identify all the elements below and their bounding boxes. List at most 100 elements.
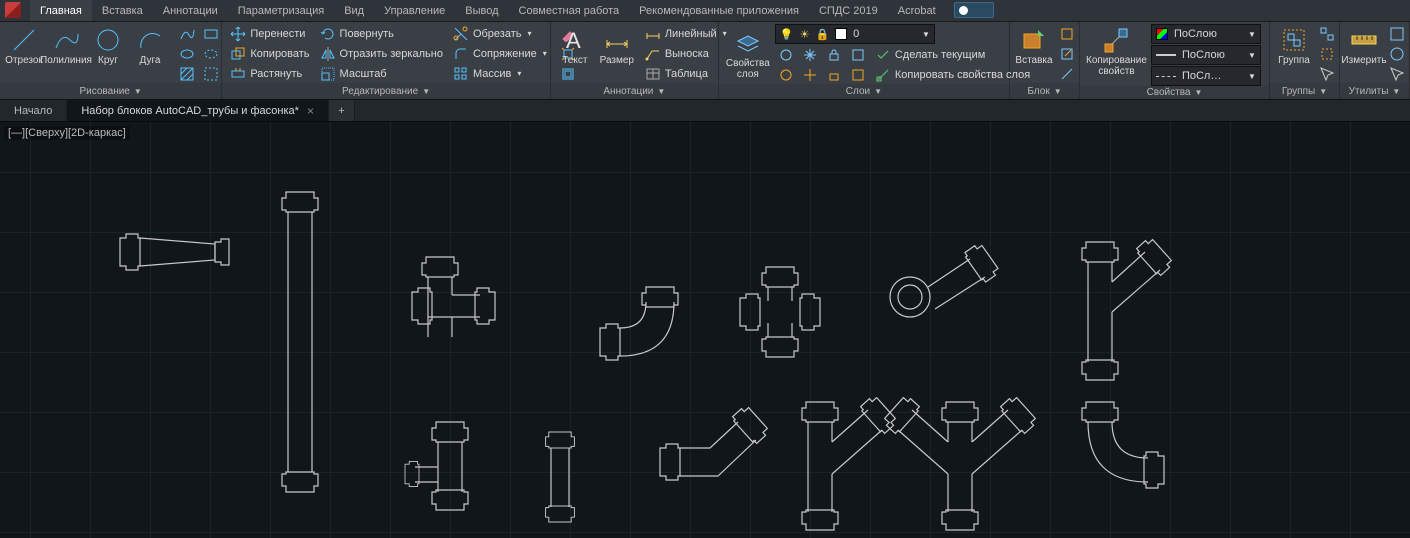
util-btn2[interactable] — [1386, 44, 1408, 63]
leader-button[interactable]: Выноска — [641, 44, 731, 63]
edit-block-button[interactable] — [1056, 44, 1078, 63]
lineweight-combo[interactable]: ПоСлою▼ — [1151, 45, 1261, 65]
polygon-button[interactable] — [200, 44, 222, 63]
layer-props-icon — [734, 29, 762, 57]
tab-spds[interactable]: СПДС 2019 — [809, 0, 888, 21]
ribbon: Отрезок Полилиния Круг Дуга — [0, 22, 1410, 100]
insert-icon — [1020, 26, 1048, 54]
group-annotation-title[interactable]: Аннотации▼ — [551, 83, 718, 99]
linetype-icon — [1156, 76, 1176, 77]
lightbulb-icon: 💡 — [780, 28, 794, 41]
scale-button[interactable]: Масштаб — [316, 64, 447, 83]
linear-dim-button[interactable]: Линейный▾ — [641, 24, 731, 43]
stretch-button[interactable]: Растянуть — [226, 64, 313, 83]
tab-featured[interactable]: Рекомендованные приложения — [629, 0, 809, 21]
document-tab-strip: Начало Набор блоков AutoCAD_трубы и фасо… — [0, 100, 1410, 122]
linear-icon — [645, 26, 661, 42]
app-icon[interactable] — [5, 2, 21, 18]
dimension-icon — [603, 26, 631, 54]
group-sel-button[interactable] — [1316, 64, 1338, 83]
group-groups-title[interactable]: Группы▼ — [1270, 83, 1339, 99]
tab-insert[interactable]: Вставка — [92, 0, 153, 21]
tab-output[interactable]: Вывод — [455, 0, 508, 21]
mirror-icon — [320, 46, 336, 62]
layer-off-button[interactable] — [775, 45, 797, 64]
group-edit-button[interactable] — [1316, 44, 1338, 63]
layer-btn4[interactable] — [847, 65, 869, 84]
tab-home[interactable]: Главная — [30, 0, 92, 21]
drawing-canvas[interactable]: [—][Сверху][2D-каркас] — [0, 122, 1410, 538]
group-layers-title[interactable]: Слои▼ — [719, 84, 1009, 99]
point-button[interactable] — [200, 64, 222, 83]
tab-manage[interactable]: Управление — [374, 0, 455, 21]
tab-annotate[interactable]: Аннотации — [153, 0, 228, 21]
document-tab[interactable]: Набор блоков AutoCAD_трубы и фасонка* × — [67, 100, 329, 121]
group-draw-title[interactable]: Рисование▼ — [0, 83, 221, 99]
tab-collab[interactable]: Совместная работа — [509, 0, 630, 21]
tab-acrobat[interactable]: Acrobat — [888, 0, 946, 21]
new-tab-button[interactable]: + — [329, 100, 355, 121]
util-btn3[interactable] — [1386, 64, 1408, 83]
layer-btn2[interactable] — [799, 65, 821, 84]
hatch-button[interactable] — [176, 64, 198, 83]
create-block-button[interactable] — [1056, 24, 1078, 43]
arc-icon — [136, 26, 164, 54]
layer-btn1[interactable] — [775, 65, 797, 84]
spline-button[interactable] — [176, 24, 198, 43]
edit-attr-button[interactable] — [1056, 64, 1078, 83]
linetype-combo[interactable]: ПоСл…▼ — [1151, 66, 1261, 86]
dimension-button[interactable]: Размер — [597, 24, 637, 68]
group-icon — [1280, 26, 1308, 54]
svg-text:A: A — [566, 28, 581, 53]
copy-button[interactable]: Копировать — [226, 44, 313, 63]
table-icon — [645, 66, 661, 82]
polyline-button[interactable]: Полилиния — [46, 24, 86, 68]
util-btn1[interactable] — [1386, 24, 1408, 43]
group-modify-title[interactable]: Редактирование▼ — [222, 83, 550, 99]
layer-lock-button[interactable] — [823, 45, 845, 64]
drawing-content — [0, 122, 1410, 538]
layer-btn3[interactable] — [823, 65, 845, 84]
group-block-title[interactable]: Блок▼ — [1010, 83, 1079, 99]
insert-block-button[interactable]: Вставка — [1014, 24, 1054, 68]
tab-view[interactable]: Вид — [334, 0, 374, 21]
start-tab[interactable]: Начало — [0, 100, 67, 121]
trim-icon — [453, 26, 469, 42]
group-button[interactable]: Группа — [1274, 24, 1314, 68]
color-swatch-icon — [1156, 28, 1168, 40]
layer-props-button[interactable]: Свойства слоя — [723, 27, 773, 82]
line-button[interactable]: Отрезок — [4, 24, 44, 68]
layer-combo[interactable]: 💡 ☀ 🔒 0 ▼ — [775, 24, 935, 44]
group-properties-title[interactable]: Свойства▼ — [1080, 86, 1269, 99]
stretch-icon — [230, 66, 246, 82]
record-indicator[interactable] — [954, 2, 994, 18]
ellipse-button[interactable] — [176, 44, 198, 63]
circle-button[interactable]: Круг — [88, 24, 128, 68]
table-button[interactable]: Таблица — [641, 64, 731, 83]
measure-icon — [1350, 26, 1378, 54]
measure-button[interactable]: Измерить — [1344, 24, 1384, 68]
leader-icon — [645, 46, 661, 62]
mirror-button[interactable]: Отразить зеркально — [316, 44, 447, 63]
color-combo[interactable]: ПоСлою▼ — [1151, 24, 1261, 44]
move-icon — [230, 26, 246, 42]
fillet-button[interactable]: Сопряжение▾ — [449, 44, 551, 63]
close-icon[interactable]: × — [307, 104, 314, 118]
match-props-button[interactable]: Копирование свойств — [1084, 24, 1149, 79]
arc-button[interactable]: Дуга — [130, 24, 170, 68]
lock-icon: 🔒 — [815, 28, 829, 41]
match-icon — [875, 67, 891, 83]
make-current-button[interactable]: Сделать текущим — [871, 45, 989, 64]
move-button[interactable]: Перенести — [226, 24, 313, 43]
tab-parametric[interactable]: Параметризация — [228, 0, 334, 21]
rect-button[interactable] — [200, 24, 222, 43]
group-utilities-title[interactable]: Утилиты▼ — [1340, 83, 1409, 99]
layer-iso-button[interactable] — [847, 45, 869, 64]
rotate-button[interactable]: Повернуть — [316, 24, 447, 43]
layer-freeze-button[interactable] — [799, 45, 821, 64]
array-button[interactable]: Массив▾ — [449, 64, 551, 83]
layer-color-swatch — [835, 28, 847, 40]
text-button[interactable]: A Текст — [555, 24, 595, 68]
ungroup-button[interactable] — [1316, 24, 1338, 43]
trim-button[interactable]: Обрезать▾ — [449, 24, 551, 43]
